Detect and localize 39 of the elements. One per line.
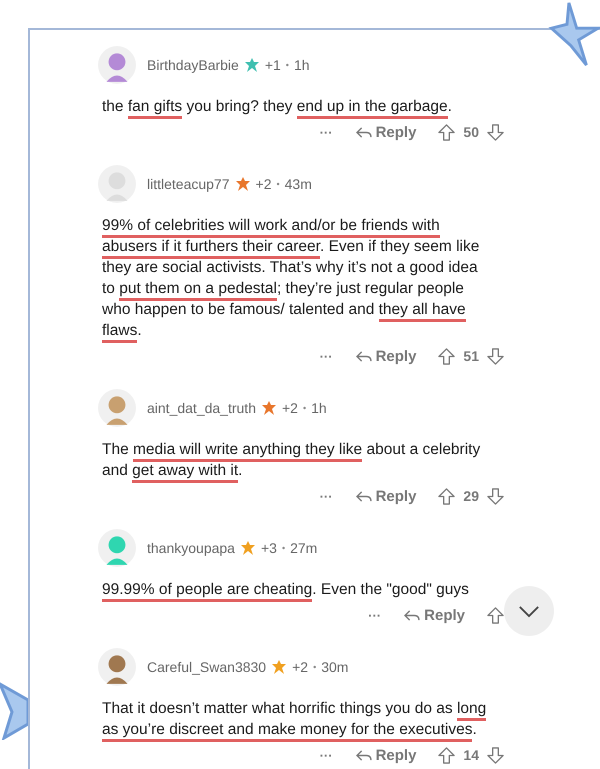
more-button[interactable]: ··· (320, 124, 333, 140)
separator-dot: • (302, 403, 306, 413)
comment-text: The media will write anything they like about a celebrity and get away with it. (102, 439, 494, 481)
username[interactable]: thankyoupapa (147, 540, 235, 556)
timestamp: 27m (290, 540, 318, 556)
comment-text: the fan gifts you bring? they end up in the garbage. (102, 96, 494, 117)
comment-text: 99% of celebrities will work and/or be friends with abusers if it furthers their career. Even if they seem like they are social activists. That’s why it’s not a good idea to put them on a pedestal; they’re just regular people who happen to be famous/ talented and they all have flaws. (102, 215, 494, 341)
award-count: +3 (260, 540, 277, 556)
username[interactable]: Careful_Swan3830 (147, 659, 266, 675)
more-button[interactable]: ··· (368, 608, 382, 622)
reply-button[interactable]: Reply (354, 348, 416, 364)
timestamp: 1h (311, 400, 327, 416)
vote-count: 51 (463, 348, 479, 364)
vote-count: 50 (463, 124, 479, 140)
timestamp: 30m (321, 659, 348, 675)
award-count: +2 (256, 176, 272, 192)
username[interactable]: aint_dat_da_truth (147, 400, 256, 416)
award-count: +1 (264, 57, 281, 73)
comment-text: 99.99% of people are cheating. Even the "good" guys (102, 579, 494, 600)
username[interactable]: BirthdayBarbie (147, 57, 239, 73)
more-button[interactable]: ··· (320, 748, 333, 762)
reply-button[interactable]: Reply (354, 124, 416, 140)
vote-count: 29 (463, 488, 479, 504)
reply-button[interactable]: Reply (354, 488, 416, 504)
timestamp: 43m (284, 176, 312, 192)
timestamp: 1h (294, 57, 310, 73)
comment-text: That it doesn’t matter what horrific things you do as long as you’re discreet and make money for the executives. (102, 698, 494, 740)
more-button[interactable]: ··· (320, 348, 333, 364)
award-count: +2 (282, 400, 298, 416)
separator-dot: • (276, 179, 280, 189)
reply-button[interactable]: Reply (354, 746, 416, 764)
vote-count: 14 (463, 747, 479, 763)
more-button[interactable]: ··· (320, 488, 333, 504)
separator-dot: • (313, 662, 316, 672)
reply-button[interactable]: Reply (403, 606, 465, 624)
award-count: +2 (292, 659, 308, 675)
separator-dot: • (286, 60, 289, 70)
separator-dot: • (282, 543, 286, 553)
username[interactable]: littleteacup77 (147, 176, 230, 192)
